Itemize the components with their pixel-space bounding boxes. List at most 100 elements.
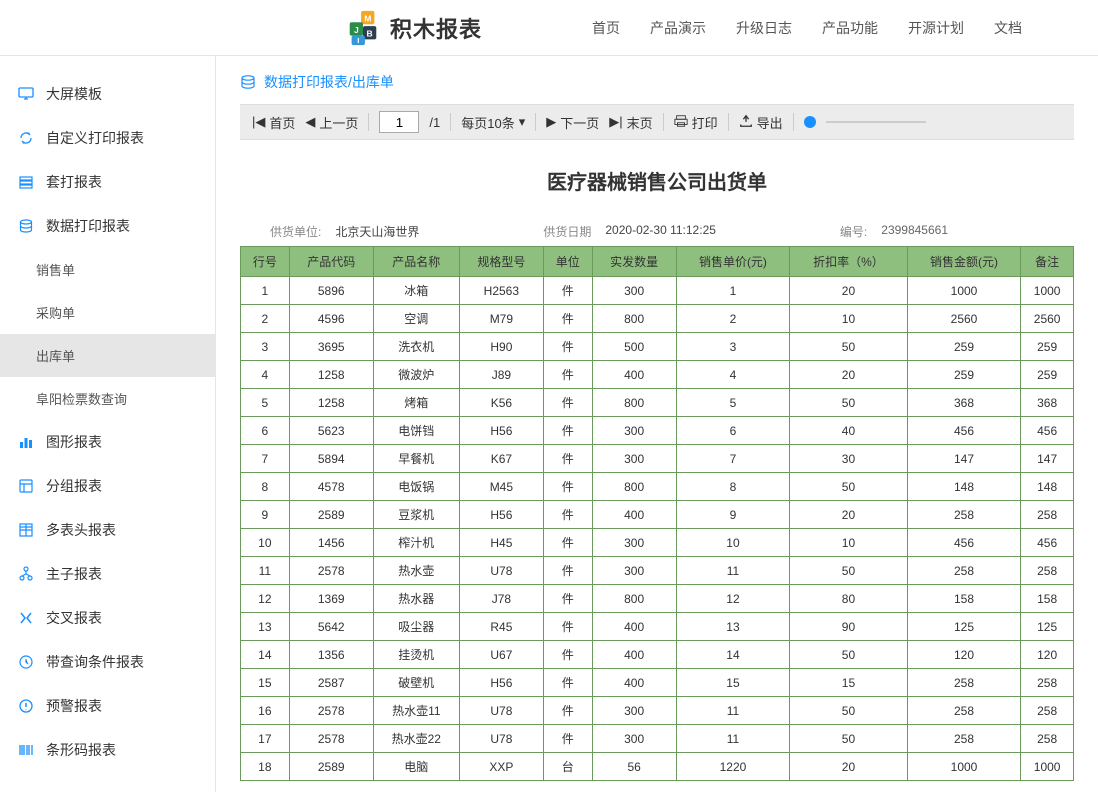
nav-item-3[interactable]: 产品功能	[822, 18, 878, 38]
table-row: 33695洗衣机H90件500350259259	[241, 333, 1074, 361]
sidebar-item-label: 图形报表	[46, 432, 102, 452]
table-cell: 1000	[907, 753, 1021, 781]
table-cell: J89	[459, 361, 543, 389]
table-cell: K67	[459, 445, 543, 473]
table-cell: 158	[907, 585, 1021, 613]
sidebar-item-10[interactable]: 多表头报表	[0, 508, 215, 552]
nav-item-4[interactable]: 开源计划	[908, 18, 964, 38]
sidebar-item-5[interactable]: 采购单	[0, 291, 215, 334]
sidebar-item-7[interactable]: 阜阳检票数查询	[0, 377, 215, 420]
table-cell: 件	[543, 417, 592, 445]
pagesize-select[interactable]: 每页10条 ▾	[461, 113, 525, 132]
sidebar-item-4[interactable]: 销售单	[0, 248, 215, 291]
sidebar-item-13[interactable]: 带查询条件报表	[0, 640, 215, 684]
table-cell: 147	[1021, 445, 1074, 473]
sidebar-item-9[interactable]: 分组报表	[0, 464, 215, 508]
table-cell: 电脑	[373, 753, 459, 781]
table-cell: 热水器	[373, 585, 459, 613]
sidebar-item-2[interactable]: 套打报表	[0, 160, 215, 204]
table-cell: 电饼铛	[373, 417, 459, 445]
sidebar-item-8[interactable]: 图形报表	[0, 420, 215, 464]
table-cell: 14	[676, 641, 790, 669]
table-row: 92589豆浆机H56件400920258258	[241, 501, 1074, 529]
table-cell: 件	[543, 641, 592, 669]
table-cell: 挂烫机	[373, 641, 459, 669]
table-cell: 10	[790, 305, 908, 333]
warn-icon	[18, 698, 34, 714]
table-cell: 800	[592, 473, 676, 501]
zoom-slider-track[interactable]	[826, 121, 926, 123]
table-cell: 40	[790, 417, 908, 445]
svg-text:B: B	[367, 28, 373, 38]
first-page-button[interactable]: |◀ 首页	[252, 113, 295, 132]
sidebar-item-0[interactable]: 大屏模板	[0, 72, 215, 116]
sidebar-item-label: 大屏模板	[46, 84, 102, 104]
page-input[interactable]	[379, 111, 419, 133]
sidebar-item-11[interactable]: 主子报表	[0, 552, 215, 596]
table-cell: K56	[459, 389, 543, 417]
screen-icon	[18, 86, 34, 102]
sidebar-item-label: 主子报表	[46, 564, 102, 584]
table-cell: 258	[1021, 669, 1074, 697]
sidebar-item-15[interactable]: 条形码报表	[0, 728, 215, 772]
table-cell: M79	[459, 305, 543, 333]
sidebar-item-3[interactable]: 数据打印报表	[0, 204, 215, 248]
table-cell: 4	[241, 361, 290, 389]
db-icon	[18, 218, 34, 234]
nav-item-5[interactable]: 文档	[994, 18, 1022, 38]
sidebar-item-label: 采购单	[36, 303, 75, 322]
chevron-down-icon: ▾	[519, 114, 526, 130]
sidebar-item-14[interactable]: 预警报表	[0, 684, 215, 728]
table-cell: 500	[592, 333, 676, 361]
main: 数据打印报表/出库单 |◀ 首页 ◀ 上一页 /1 每页10条 ▾ ▶ 下	[216, 56, 1098, 792]
table-row: 75894早餐机K67件300730147147	[241, 445, 1074, 473]
table-cell: 5642	[289, 613, 373, 641]
table-row: 112578热水壶U78件3001150258258	[241, 557, 1074, 585]
table-column: 备注	[1021, 247, 1074, 277]
zoom-slider-handle[interactable]	[804, 116, 816, 128]
table-cell: 热水壶22	[373, 725, 459, 753]
sidebar-item-12[interactable]: 交叉报表	[0, 596, 215, 640]
table-cell: 258	[1021, 557, 1074, 585]
table-column: 规格型号	[459, 247, 543, 277]
table-cell: 50	[790, 641, 908, 669]
prev-page-button[interactable]: ◀ 上一页	[305, 113, 358, 132]
nav-item-0[interactable]: 首页	[592, 18, 620, 38]
table-cell: 1000	[1021, 277, 1074, 305]
table-cell: 15	[241, 669, 290, 697]
table-cell: 5894	[289, 445, 373, 473]
parent-icon	[18, 566, 34, 582]
table-cell: 4578	[289, 473, 373, 501]
table-column: 销售单价(元)	[676, 247, 790, 277]
table-cell: 1000	[907, 277, 1021, 305]
top-nav: M J B I 积木报表 首页产品演示升级日志产品功能开源计划文档	[0, 0, 1098, 56]
table-cell: R45	[459, 613, 543, 641]
export-icon	[739, 114, 753, 131]
svg-text:M: M	[364, 13, 371, 23]
nav-item-2[interactable]: 升级日志	[736, 18, 792, 38]
export-button[interactable]: 导出	[739, 113, 783, 132]
sidebar-item-1[interactable]: 自定义打印报表	[0, 116, 215, 160]
table-row: 182589电脑XXP台5612202010001000	[241, 753, 1074, 781]
table-cell: 8	[676, 473, 790, 501]
table-cell: 3695	[289, 333, 373, 361]
table-cell: 2560	[907, 305, 1021, 333]
sidebar-item-6[interactable]: 出库单	[0, 334, 215, 377]
last-page-button[interactable]: ▶| 末页	[609, 113, 652, 132]
table-cell: 50	[790, 697, 908, 725]
nav-item-1[interactable]: 产品演示	[650, 18, 706, 38]
table-cell: 300	[592, 277, 676, 305]
table-cell: 11	[676, 557, 790, 585]
table-cell: U67	[459, 641, 543, 669]
print-button[interactable]: 打印	[674, 113, 718, 132]
table-cell: 2587	[289, 669, 373, 697]
toolbar: |◀ 首页 ◀ 上一页 /1 每页10条 ▾ ▶ 下一页 ▶| 末页	[240, 104, 1074, 140]
table-cell: H2563	[459, 277, 543, 305]
table-cell: 148	[907, 473, 1021, 501]
table-cell: 11	[676, 697, 790, 725]
table-row: 15896冰箱H2563件30012010001000	[241, 277, 1074, 305]
next-page-button[interactable]: ▶ 下一页	[546, 113, 599, 132]
table-cell: 400	[592, 613, 676, 641]
table-cell: 3	[241, 333, 290, 361]
table-cell: H56	[459, 417, 543, 445]
